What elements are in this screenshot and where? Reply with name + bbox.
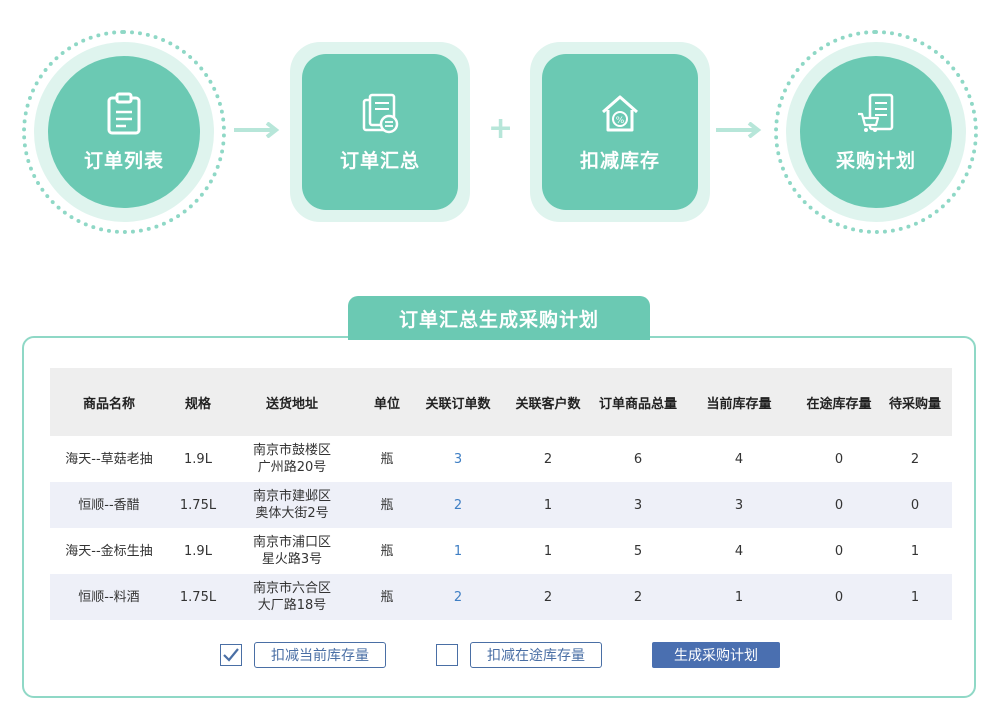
current-stock: 4 <box>734 451 744 467</box>
svg-text:%: % <box>616 116 625 126</box>
product-name: 恒顺--香醋 <box>78 497 140 513</box>
step-label: 订单列表 <box>83 149 164 172</box>
table-row: 恒顺--香醋 1.75L 南京市建邺区 奥体大街2号 瓶 2 1 3 3 0 0 <box>50 482 952 528</box>
spec: 1.9L <box>184 451 212 467</box>
step-order-list[interactable]: 订单列表 <box>22 30 226 234</box>
deduct-current-stock-checkbox[interactable] <box>220 644 242 666</box>
customer-count: 1 <box>543 543 553 559</box>
clipboard-icon <box>107 92 141 134</box>
col-header-customer-count: 关联客户数 <box>515 396 581 412</box>
col-header-spec: 规格 <box>184 396 211 412</box>
spec: 1.9L <box>184 543 212 559</box>
generate-purchase-plan-button[interactable]: 生成采购计划 <box>652 642 780 668</box>
checkmark-icon <box>223 648 239 662</box>
transit-stock: 0 <box>834 451 844 467</box>
order-count-link[interactable]: 1 <box>418 528 498 574</box>
deduct-current-stock-button[interactable]: 扣减当前库存量 <box>254 642 386 668</box>
step-label: 扣减库存 <box>579 149 660 172</box>
summary-panel: 商品名称 规格 送货地址 单位 关联订单数 关联客户数 订单商品总量 当前库存量… <box>22 336 976 698</box>
table-row: 恒顺--料酒 1.75L 南京市六合区 大厂路18号 瓶 2 2 2 1 0 1 <box>50 574 952 620</box>
step-label: 采购计划 <box>835 149 916 172</box>
col-header-order-count: 关联订单数 <box>425 396 491 412</box>
to-purchase: 0 <box>910 497 920 513</box>
document-exchange-icon <box>362 93 399 133</box>
product-name: 海天--金标生抽 <box>65 543 153 559</box>
delivery-address: 南京市浦口区 星火路3号 <box>252 535 331 567</box>
unit: 瓶 <box>380 543 394 559</box>
deduct-transit-stock-checkbox[interactable] <box>436 644 458 666</box>
current-stock: 4 <box>734 543 744 559</box>
table-header-row: 商品名称 规格 送货地址 单位 关联订单数 关联客户数 订单商品总量 当前库存量… <box>50 368 952 436</box>
customer-count: 2 <box>543 451 553 467</box>
order-count-link[interactable]: 3 <box>418 436 498 482</box>
spec: 1.75L <box>179 497 217 513</box>
customer-count: 2 <box>543 589 553 605</box>
arrow-right-icon <box>716 122 762 138</box>
col-header-transit-stock: 在途库存量 <box>806 396 872 412</box>
customer-count: 1 <box>543 497 553 513</box>
current-stock: 1 <box>734 589 744 605</box>
transit-stock: 0 <box>834 589 844 605</box>
to-purchase: 1 <box>910 543 920 559</box>
plus-icon: + <box>488 111 514 146</box>
current-stock: 3 <box>734 497 744 513</box>
col-header-product-name: 商品名称 <box>82 396 135 412</box>
cart-list-icon <box>858 93 894 132</box>
warehouse-discount-icon: % <box>602 95 638 131</box>
unit: 瓶 <box>380 589 394 605</box>
panel-title: 订单汇总生成采购计划 <box>348 296 650 340</box>
transit-stock: 0 <box>834 543 844 559</box>
summary-table: 商品名称 规格 送货地址 单位 关联订单数 关联客户数 订单商品总量 当前库存量… <box>50 368 952 620</box>
to-purchase: 2 <box>910 451 920 467</box>
unit: 瓶 <box>380 497 394 513</box>
process-flow: 订单列表 订单汇总 + % 扣减库存 采购计划 <box>0 0 1000 260</box>
delivery-address: 南京市鼓楼区 广州路20号 <box>252 443 331 475</box>
step-deduct-inventory[interactable]: % 扣减库存 <box>530 42 710 222</box>
table-row: 海天--草菇老抽 1.9L 南京市鼓楼区 广州路20号 瓶 3 2 6 4 0 2 <box>50 436 952 482</box>
transit-stock: 0 <box>834 497 844 513</box>
col-header-total-qty: 订单商品总量 <box>599 396 678 412</box>
col-header-unit: 单位 <box>373 396 400 412</box>
spec: 1.75L <box>179 589 217 605</box>
col-header-address: 送货地址 <box>265 396 318 412</box>
arrow-right-icon <box>234 122 280 138</box>
delivery-address: 南京市建邺区 奥体大街2号 <box>252 489 331 521</box>
product-name: 恒顺--料酒 <box>78 589 140 605</box>
step-label: 订单汇总 <box>339 149 420 172</box>
table-row: 海天--金标生抽 1.9L 南京市浦口区 星火路3号 瓶 1 1 5 4 0 1 <box>50 528 952 574</box>
col-header-to-purchase: 待采购量 <box>888 396 941 412</box>
total-qty: 6 <box>633 451 643 467</box>
total-qty: 5 <box>633 543 643 559</box>
step-order-summary[interactable]: 订单汇总 <box>290 42 470 222</box>
panel-controls: 扣减当前库存量 扣减在途库存量 生成采购计划 <box>24 642 978 672</box>
unit: 瓶 <box>380 451 394 467</box>
total-qty: 2 <box>633 589 643 605</box>
delivery-address: 南京市六合区 大厂路18号 <box>252 581 331 613</box>
total-qty: 3 <box>633 497 643 513</box>
step-purchase-plan[interactable]: 采购计划 <box>774 30 978 234</box>
col-header-current-stock: 当前库存量 <box>706 396 772 412</box>
product-name: 海天--草菇老抽 <box>65 451 153 467</box>
order-count-link[interactable]: 2 <box>418 574 498 620</box>
order-count-link[interactable]: 2 <box>418 482 498 528</box>
deduct-transit-stock-button[interactable]: 扣减在途库存量 <box>470 642 602 668</box>
to-purchase: 1 <box>910 589 920 605</box>
